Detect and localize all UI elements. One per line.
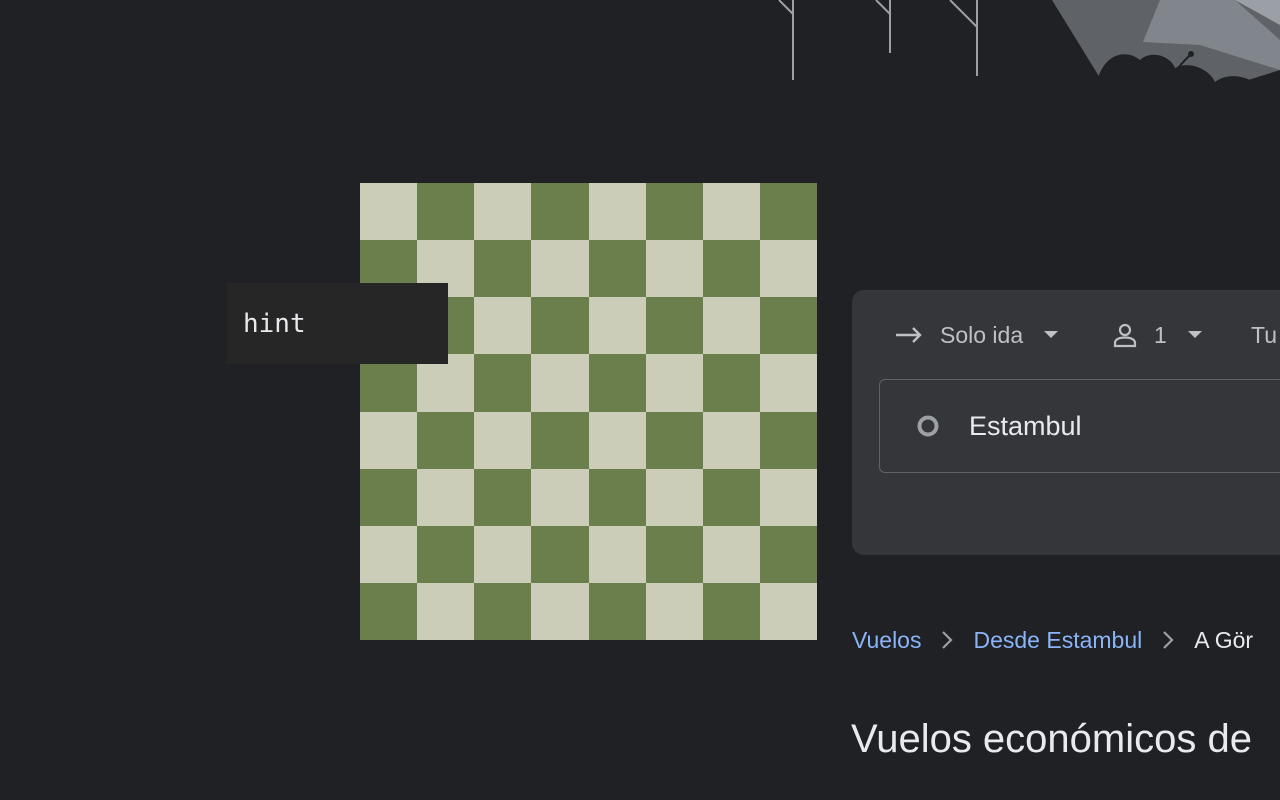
chess-square[interactable]: [531, 469, 589, 526]
chess-square[interactable]: [360, 583, 417, 640]
cabin-class-label: Tu: [1251, 321, 1277, 348]
chess-square[interactable]: [589, 354, 646, 412]
passengers-select[interactable]: 1: [1112, 312, 1203, 358]
breadcrumb-current: A Gör: [1194, 626, 1254, 653]
chess-square[interactable]: [474, 583, 531, 640]
chess-square[interactable]: [531, 240, 589, 297]
chess-square[interactable]: [646, 469, 703, 526]
chevron-down-icon: [1043, 330, 1059, 340]
arrow-right-icon: [896, 325, 924, 345]
breadcrumb-from-istanbul-link[interactable]: Desde Estambul: [973, 627, 1142, 654]
chess-square[interactable]: [646, 526, 703, 583]
chess-square[interactable]: [531, 526, 589, 583]
person-icon: [1112, 322, 1138, 348]
page: hint Solo ida 1 Tu Estambul Vuelos Desde…: [0, 0, 1280, 800]
chess-square[interactable]: [474, 240, 531, 297]
chess-square[interactable]: [703, 354, 760, 412]
hint-button[interactable]: hint: [227, 283, 448, 364]
chess-square[interactable]: [531, 297, 589, 354]
chess-square[interactable]: [360, 526, 417, 583]
cabin-class-select[interactable]: Tu: [1251, 312, 1277, 358]
chess-square[interactable]: [531, 412, 589, 469]
chevron-right-icon: [1162, 630, 1174, 650]
chess-square[interactable]: [360, 412, 417, 469]
search-options-row: Solo ida 1 Tu: [852, 312, 1280, 358]
chess-square[interactable]: [589, 526, 646, 583]
chess-square[interactable]: [589, 240, 646, 297]
chess-square[interactable]: [417, 469, 474, 526]
breadcrumb-flights-link[interactable]: Vuelos: [852, 627, 921, 654]
chess-square[interactable]: [646, 354, 703, 412]
chess-square[interactable]: [531, 354, 589, 412]
chess-square[interactable]: [760, 240, 817, 297]
origin-circle-icon: [916, 414, 940, 438]
chess-square[interactable]: [474, 526, 531, 583]
chess-square[interactable]: [760, 469, 817, 526]
chess-square[interactable]: [589, 469, 646, 526]
chess-square[interactable]: [417, 583, 474, 640]
chess-square[interactable]: [531, 183, 589, 240]
chess-square[interactable]: [474, 412, 531, 469]
chess-square[interactable]: [703, 412, 760, 469]
chess-square[interactable]: [417, 526, 474, 583]
chess-square[interactable]: [760, 297, 817, 354]
chess-square[interactable]: [589, 297, 646, 354]
chess-square[interactable]: [646, 297, 703, 354]
chess-square[interactable]: [760, 412, 817, 469]
chess-square[interactable]: [646, 240, 703, 297]
hint-label: hint: [243, 308, 306, 339]
chessboard[interactable]: [360, 183, 817, 640]
chess-square[interactable]: [474, 469, 531, 526]
chevron-right-icon: [941, 630, 954, 650]
chess-square[interactable]: [589, 412, 646, 469]
chess-square[interactable]: [703, 583, 760, 640]
chess-square[interactable]: [646, 412, 703, 469]
page-title: Vuelos económicos de: [851, 717, 1252, 761]
chess-square[interactable]: [589, 583, 646, 640]
chess-square[interactable]: [474, 183, 531, 240]
origin-input[interactable]: Estambul: [879, 379, 1280, 473]
chevron-down-icon: [1187, 330, 1203, 340]
chess-square[interactable]: [760, 526, 817, 583]
passengers-count: 1: [1154, 321, 1167, 348]
chess-square[interactable]: [646, 183, 703, 240]
chess-square[interactable]: [703, 183, 760, 240]
chess-square[interactable]: [474, 297, 531, 354]
chess-square[interactable]: [703, 469, 760, 526]
chess-square[interactable]: [589, 183, 646, 240]
chess-square[interactable]: [703, 297, 760, 354]
chess-square[interactable]: [760, 183, 817, 240]
chess-square[interactable]: [760, 583, 817, 640]
breadcrumb: Vuelos Desde Estambul A Gör: [852, 620, 1253, 660]
trip-type-select[interactable]: Solo ida: [896, 312, 1059, 358]
chess-square[interactable]: [360, 183, 417, 240]
chess-square[interactable]: [417, 183, 474, 240]
chess-square[interactable]: [360, 469, 417, 526]
chess-square[interactable]: [703, 526, 760, 583]
chess-square[interactable]: [531, 583, 589, 640]
chess-square[interactable]: [703, 240, 760, 297]
trip-type-label: Solo ida: [940, 321, 1024, 348]
chess-square[interactable]: [417, 412, 474, 469]
chess-square[interactable]: [474, 354, 531, 412]
chess-square[interactable]: [760, 354, 817, 412]
origin-value: Estambul: [969, 411, 1082, 441]
flight-search-card: Solo ida 1 Tu Estambul: [852, 290, 1280, 555]
background-illustration: [778, 0, 1280, 140]
chess-square[interactable]: [646, 583, 703, 640]
